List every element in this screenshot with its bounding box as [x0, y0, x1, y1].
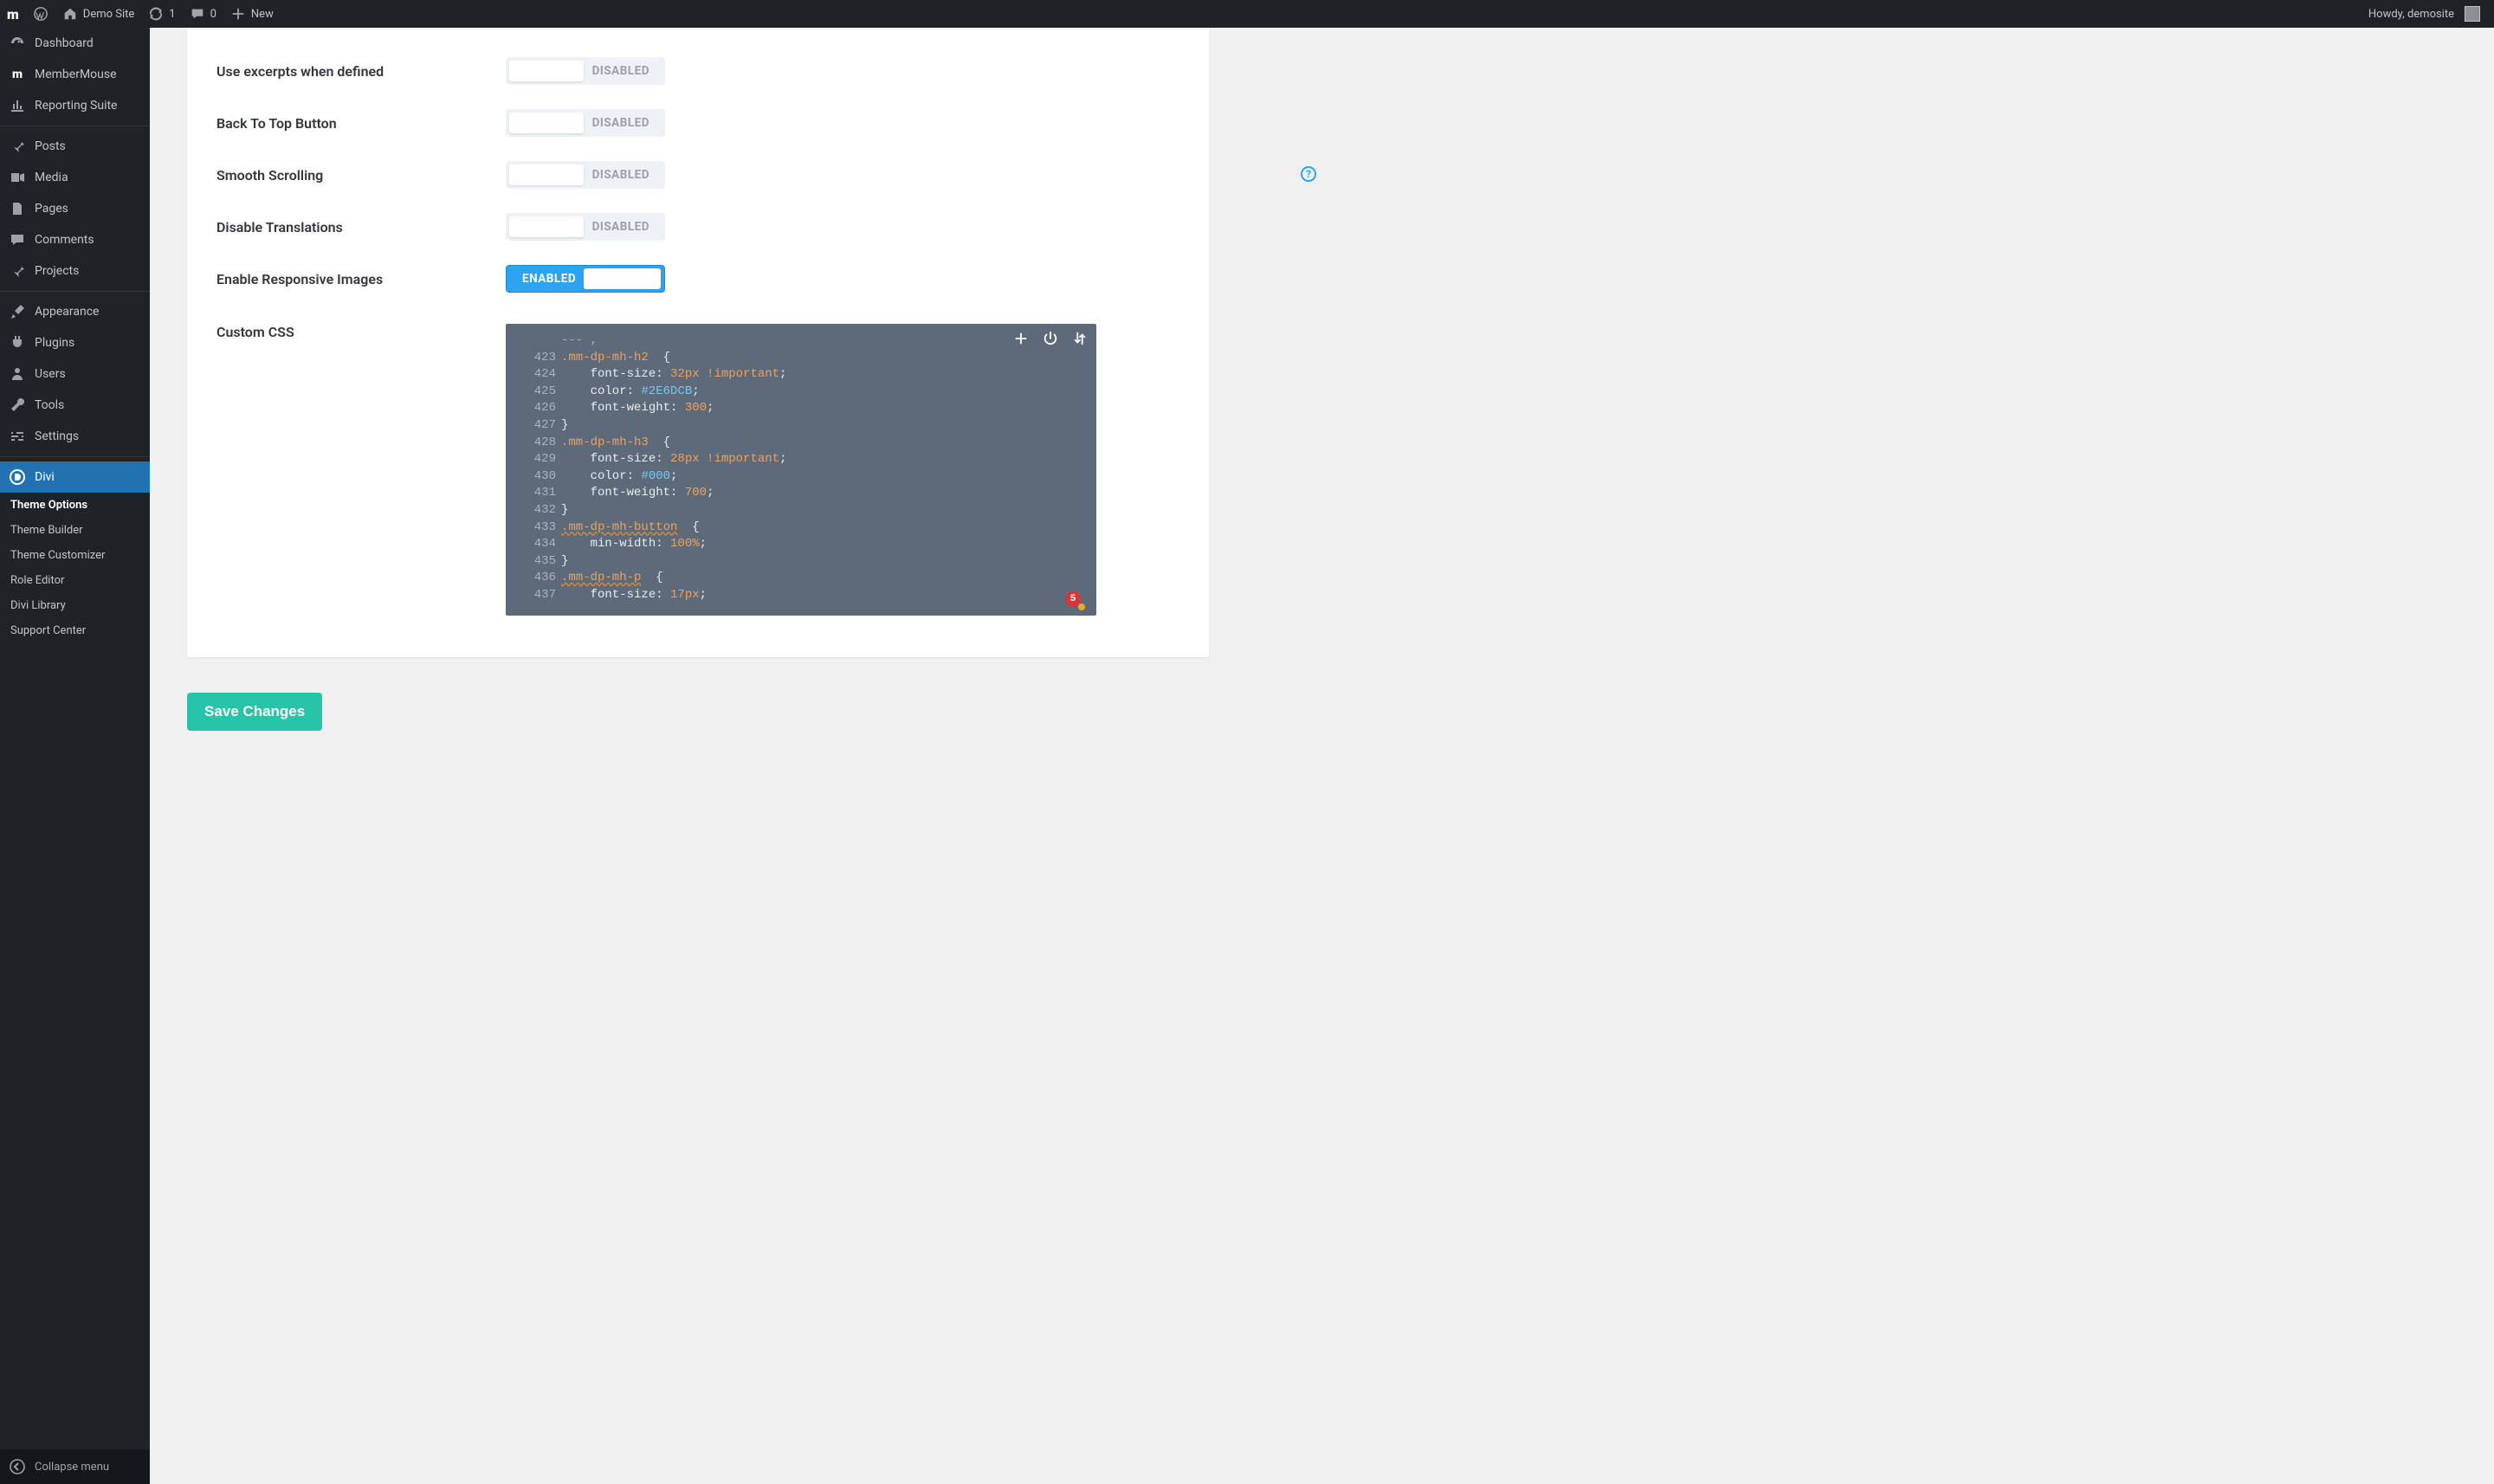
- sliders-icon: [9, 428, 26, 445]
- plus-icon: [230, 6, 246, 22]
- sidebar-item-dashboard[interactable]: Dashboard: [0, 28, 150, 59]
- toggle-back-to-top[interactable]: DISABLED: [506, 109, 665, 137]
- toggle-disable-translations[interactable]: DISABLED: [506, 213, 665, 241]
- setting-label: Use excerpts when defined: [187, 63, 506, 80]
- toggle-smooth-scrolling[interactable]: DISABLED: [506, 161, 665, 189]
- m-icon: m: [9, 66, 26, 83]
- setting-label: Smooth Scrolling: [187, 167, 506, 184]
- wp-logo-icon[interactable]: [26, 0, 55, 28]
- setting-label: Enable Responsive Images: [187, 271, 506, 287]
- sidebar-item-pages[interactable]: Pages: [0, 193, 150, 224]
- site-name-label: Demo Site: [83, 8, 135, 21]
- submenu-theme-options[interactable]: Theme Options: [0, 493, 150, 518]
- sidebar-item-projects[interactable]: Projects: [0, 255, 150, 287]
- account-link[interactable]: Howdy, demosite: [2362, 0, 2487, 28]
- pin-icon: [9, 262, 26, 280]
- refresh-icon: [148, 6, 164, 22]
- collapse-icon: [9, 1458, 26, 1475]
- updates-link[interactable]: 1: [141, 0, 182, 28]
- plus-icon[interactable]: [1013, 331, 1029, 346]
- site-name-link[interactable]: Demo Site: [55, 0, 142, 28]
- comment-icon: [9, 231, 26, 248]
- divi-icon: [9, 468, 26, 486]
- sidebar-item-divi[interactable]: Divi: [0, 461, 150, 493]
- divi-submenu: Theme Options Theme Builder Theme Custom…: [0, 493, 150, 643]
- admin-bar: m Demo Site 1 0 New Howdy, demosite: [0, 0, 2494, 28]
- setting-label: Custom CSS: [187, 324, 506, 340]
- howdy-label: Howdy, demosite: [2368, 8, 2454, 21]
- mm-logo-icon[interactable]: m: [0, 0, 26, 28]
- admin-sidebar: Dashboard m MemberMouse Reporting Suite …: [0, 28, 150, 1484]
- menu-separator: [0, 291, 150, 292]
- custom-css-editor[interactable]: --- ,423.mm-dp-mh-h2 {424 font-size: 32p…: [506, 324, 1096, 616]
- sidebar-item-users[interactable]: Users: [0, 358, 150, 390]
- submenu-divi-library[interactable]: Divi Library: [0, 593, 150, 618]
- editor-warning-dot: [1078, 603, 1085, 610]
- gauge-icon: [9, 35, 26, 52]
- setting-back-to-top: Back To Top Button DISABLED: [187, 97, 1209, 149]
- avatar: [2465, 6, 2480, 22]
- setting-use-excerpts: Use excerpts when defined DISABLED: [187, 45, 1209, 97]
- setting-smooth-scrolling: Smooth Scrolling DISABLED: [187, 149, 1209, 201]
- setting-label: Back To Top Button: [187, 115, 506, 132]
- sidebar-item-media[interactable]: Media: [0, 162, 150, 193]
- code-body[interactable]: --- ,423.mm-dp-mh-h2 {424 font-size: 32p…: [506, 324, 1096, 613]
- theme-options-panel: Use excerpts when defined DISABLED Back …: [187, 28, 1209, 657]
- plug-icon: [9, 334, 26, 352]
- setting-disable-translations: Disable Translations DISABLED: [187, 201, 1209, 253]
- new-content-link[interactable]: New: [223, 0, 281, 28]
- media-icon: [9, 169, 26, 186]
- toggle-responsive-images[interactable]: ENABLED: [506, 265, 665, 293]
- submenu-theme-customizer[interactable]: Theme Customizer: [0, 543, 150, 568]
- sidebar-item-plugins[interactable]: Plugins: [0, 327, 150, 358]
- help-icon[interactable]: ?: [1301, 166, 1316, 182]
- pin-icon: [9, 138, 26, 155]
- submenu-support-center[interactable]: Support Center: [0, 618, 150, 643]
- setting-responsive-images: Enable Responsive Images ENABLED: [187, 253, 1209, 305]
- page-icon: [9, 200, 26, 217]
- sidebar-item-comments[interactable]: Comments: [0, 224, 150, 255]
- wrench-icon: [9, 397, 26, 414]
- sort-icon[interactable]: [1072, 331, 1088, 346]
- setting-custom-css: Custom CSS --- ,423.mm-dp-mh-h2 {424 fon…: [187, 305, 1209, 628]
- power-icon[interactable]: [1043, 331, 1058, 346]
- sidebar-item-settings[interactable]: Settings: [0, 421, 150, 452]
- sidebar-item-tools[interactable]: Tools: [0, 390, 150, 421]
- sidebar-item-reporting-suite[interactable]: Reporting Suite: [0, 90, 150, 121]
- user-icon: [9, 365, 26, 383]
- save-changes-button[interactable]: Save Changes: [187, 693, 322, 731]
- home-icon: [62, 6, 78, 22]
- toggle-use-excerpts[interactable]: DISABLED: [506, 57, 665, 85]
- submenu-theme-builder[interactable]: Theme Builder: [0, 518, 150, 543]
- sidebar-item-membermouse[interactable]: m MemberMouse: [0, 59, 150, 90]
- submenu-role-editor[interactable]: Role Editor: [0, 568, 150, 593]
- chart-icon: [9, 97, 26, 114]
- menu-separator: [0, 456, 150, 457]
- content-area: Use excerpts when defined DISABLED Back …: [150, 28, 2494, 1484]
- editor-toolbar: [1013, 331, 1088, 346]
- setting-label: Disable Translations: [187, 219, 506, 236]
- comment-icon: [190, 6, 205, 22]
- sidebar-item-appearance[interactable]: Appearance: [0, 296, 150, 327]
- sidebar-item-posts[interactable]: Posts: [0, 131, 150, 162]
- collapse-menu-button[interactable]: Collapse menu: [0, 1449, 150, 1484]
- brush-icon: [9, 303, 26, 320]
- comments-link[interactable]: 0: [183, 0, 223, 28]
